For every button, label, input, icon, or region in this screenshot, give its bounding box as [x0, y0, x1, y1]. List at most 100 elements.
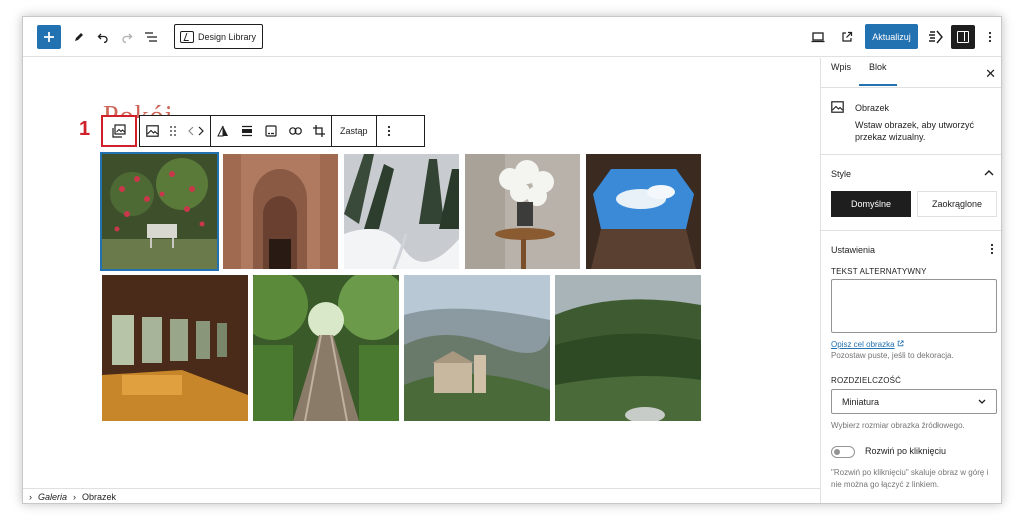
chevron-up-icon[interactable]: [984, 169, 994, 177]
settings-sidebar-toggle[interactable]: [951, 25, 975, 49]
block-description: Wstaw obrazek, aby utworzyć przekaz wizu…: [855, 120, 975, 142]
block-options-button[interactable]: [377, 116, 401, 146]
gallery-image-garden-bench[interactable]: [100, 152, 219, 271]
align-center-icon: [242, 125, 252, 137]
gallery-image-green-hills[interactable]: [555, 275, 701, 421]
image-icon: [831, 101, 844, 113]
undo-icon: [97, 33, 108, 43]
more-vertical-icon[interactable]: [990, 243, 994, 255]
block-toolbar: Zastąp: [139, 115, 425, 147]
gallery-image-flower-vase[interactable]: [465, 154, 580, 269]
editor-window: Design Library Aktualizuj Pokój ... 1 Za…: [22, 16, 1002, 504]
duotone-button[interactable]: [211, 116, 235, 146]
sidebar-tabs: Wpis Blok ✕: [821, 58, 1001, 88]
more-vertical-icon: [387, 125, 390, 137]
train-interior-photo: [102, 275, 248, 421]
design-library-icon: [180, 30, 194, 43]
annotation-line: [1001, 340, 1002, 392]
styles-panel-title[interactable]: Style: [831, 169, 851, 179]
breadcrumb-chevron-icon: ›: [29, 492, 32, 502]
redo-button[interactable]: [115, 25, 139, 49]
alt-text-help: Pozostaw puste, jeśli to dekoracja.: [831, 351, 954, 360]
block-type-group: [140, 116, 211, 146]
image-icon: [145, 125, 159, 137]
chevron-down-icon: [978, 399, 986, 404]
gallery-image-train-interior[interactable]: [102, 275, 248, 421]
alt-text-label: TEKST ALTERNATYWNY: [831, 267, 927, 276]
annotation-line: [1001, 414, 1002, 478]
gallery-image-snowy-forest[interactable]: [344, 154, 459, 269]
garden-bench-photo: [102, 154, 217, 269]
expand-on-click-toggle[interactable]: [831, 446, 855, 458]
duotone-icon: [217, 125, 228, 137]
replace-button[interactable]: Zastąp: [332, 126, 376, 136]
resolution-help: Wybierz rozmiar obrazka źródłowego.: [831, 421, 965, 430]
align-button[interactable]: [235, 116, 259, 146]
plus-icon: [44, 32, 54, 42]
link-icon: [288, 127, 302, 135]
move-buttons[interactable]: [182, 116, 210, 146]
alt-text-help-link[interactable]: Opisz cel obrazka: [831, 340, 895, 349]
mountain-church-photo: [404, 275, 550, 421]
settings-panel: Ustawienia TEKST ALTERNATYWNY Opisz cel …: [821, 231, 1001, 503]
settings-panel-title: Ustawienia: [831, 245, 876, 255]
arched-doorway-photo: [223, 154, 338, 269]
document-overview-button[interactable]: [139, 25, 163, 49]
gallery-image-arched-doorway[interactable]: [223, 154, 338, 269]
pencil-icon: [75, 33, 83, 41]
sidebar-icon: [957, 31, 969, 43]
block-card: Obrazek Wstaw obrazek, aby utworzyć prze…: [821, 88, 1001, 155]
add-block-button[interactable]: [37, 25, 61, 49]
railway-track-photo: [253, 275, 399, 421]
tab-block[interactable]: Blok: [859, 60, 897, 86]
design-library-label: Design Library: [198, 31, 257, 42]
gallery-image-railway-track[interactable]: [253, 275, 399, 421]
flower-vase-photo: [465, 154, 580, 269]
edit-tool-button[interactable]: [67, 25, 91, 49]
block-name: Obrazek: [855, 103, 890, 113]
style-default-button[interactable]: Domyślne: [831, 191, 911, 217]
annotation-number: 1: [79, 118, 91, 140]
design-library-button[interactable]: Design Library: [174, 24, 263, 49]
expand-on-click-label[interactable]: Rozwiń po kliknięciu: [865, 446, 946, 456]
resolution-select[interactable]: Miniatura: [831, 389, 997, 414]
settings-sidebar: Wpis Blok ✕ Obrazek Wstaw obrazek, aby u…: [820, 58, 1002, 503]
gallery-icon: [112, 124, 126, 138]
close-sidebar-icon[interactable]: ✕: [985, 66, 996, 82]
style-rounded-button[interactable]: Zaokrąglone: [917, 191, 997, 217]
gallery-image-sky-opening[interactable]: [586, 154, 701, 269]
update-button[interactable]: Aktualizuj: [865, 24, 918, 49]
tab-post[interactable]: Wpis: [821, 60, 861, 86]
block-parent-selector-button[interactable]: [101, 115, 137, 147]
annotation-line: [1001, 238, 1002, 290]
list-view-icon: [145, 32, 157, 42]
redo-icon: [122, 33, 133, 43]
options-menu-button[interactable]: [978, 25, 1001, 49]
image-tools-group: [211, 116, 332, 146]
editor-canvas: Pokój ... 1 Zastąp: [23, 58, 820, 488]
link-button[interactable]: [283, 116, 307, 146]
drag-handle[interactable]: [164, 116, 182, 146]
replace-group: Zastąp: [332, 116, 377, 146]
gallery-image-mountain-church[interactable]: [404, 275, 550, 421]
alt-text-input[interactable]: [831, 279, 997, 333]
external-link-icon: [897, 340, 904, 347]
toggle-knob: [834, 449, 840, 455]
caption-button[interactable]: [259, 116, 283, 146]
more-group: [377, 116, 401, 146]
caption-icon: [265, 125, 277, 137]
crop-button[interactable]: [307, 116, 331, 146]
drag-handle-icon: [170, 126, 176, 136]
undo-button[interactable]: [91, 25, 115, 49]
image-block-switcher[interactable]: [140, 116, 164, 146]
crop-icon: [313, 125, 325, 137]
styles-panel: Style Domyślne Zaokrąglone: [821, 155, 1001, 231]
kadence-button[interactable]: [924, 25, 948, 49]
breadcrumb-item-gallery[interactable]: Galeria: [38, 492, 67, 502]
view-post-button[interactable]: [835, 25, 859, 49]
green-hills-photo: [555, 275, 701, 421]
kadence-icon: [929, 30, 943, 44]
breadcrumb-item-image[interactable]: Obrazek: [82, 492, 116, 502]
desktop-icon: [811, 32, 825, 43]
preview-button[interactable]: [806, 25, 830, 49]
